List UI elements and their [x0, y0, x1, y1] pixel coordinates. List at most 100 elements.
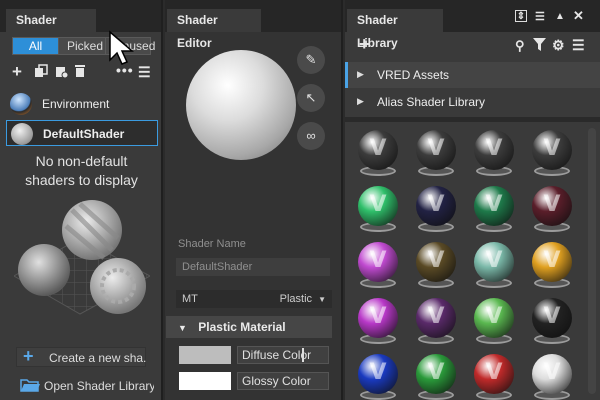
glossy-color-field[interactable]: Glossy Color [237, 372, 329, 390]
section-plastic-material[interactable]: ▼ Plastic Material [166, 316, 332, 338]
material-type-value: Plastic [279, 293, 313, 305]
shader-thumbnail[interactable]: V [529, 296, 575, 348]
shader-thumbnail[interactable]: V [413, 352, 459, 400]
v-logo-icon: V [543, 304, 561, 329]
duplicate-icon[interactable] [34, 64, 48, 81]
shader-thumbnail[interactable]: V [413, 128, 459, 180]
diffuse-color-field[interactable]: Diffuse Color [237, 346, 329, 364]
material-type-bar[interactable]: MT Plastic ▼ [176, 290, 332, 308]
lister-tabbar: Shader Lister [0, 0, 161, 50]
edit-preview-icon[interactable]: ✎ [297, 46, 325, 74]
shader-thumbnail[interactable]: V [471, 240, 517, 292]
shader-thumbnail[interactable]: V [355, 352, 401, 400]
shader-thumbnail[interactable]: V [471, 184, 517, 236]
expand-arrow-icon: ▶ [357, 69, 364, 79]
diffuse-color-label: Diffuse Color [242, 348, 312, 362]
shader-thumbnail[interactable]: V [355, 128, 401, 180]
shader-thumbnail[interactable]: V [413, 296, 459, 348]
open-library-label: Open Shader Library [44, 379, 154, 393]
v-logo-icon: V [485, 360, 503, 385]
expand-arrow-icon: ▶ [357, 96, 364, 106]
filter-all[interactable]: All [13, 38, 58, 54]
v-logo-icon: V [485, 192, 503, 217]
library-row-alias-shader-library[interactable]: ▶ Alias Shader Library [345, 89, 600, 115]
list-item-defaultshader[interactable]: DefaultShader [6, 120, 158, 146]
shader-thumbnail[interactable]: V [529, 128, 575, 180]
close-icon[interactable]: ✕ [573, 8, 584, 24]
shader-lister-panel: Shader Lister All Picked Unused + ••• ☰ … [0, 0, 163, 400]
shader-thumbnail[interactable]: V [529, 352, 575, 400]
chevron-down-icon: ▼ [318, 295, 326, 304]
library-row-label: VRED Assets [377, 68, 450, 82]
library-row-vred-assets[interactable]: ▶ VRED Assets [345, 62, 600, 88]
v-logo-icon: V [485, 248, 503, 273]
create-new-shader-button[interactable]: + Create a new sha... [16, 346, 147, 367]
environment-sphere-icon [10, 93, 32, 115]
shader-thumbnail[interactable]: V [413, 184, 459, 236]
tab-shader-library[interactable]: Shader Library [347, 9, 443, 50]
v-logo-icon: V [543, 136, 561, 161]
shader-thumbnail-grid: V V V V V V V V V V V V V V V V V V V V [345, 122, 600, 400]
editor-tabbar: Shader Editor [165, 0, 341, 50]
shader-thumbnail[interactable]: V [355, 296, 401, 348]
shader-thumbnail[interactable]: V [471, 128, 517, 180]
section-title: Plastic Material [198, 320, 286, 334]
tab-shader-lister[interactable]: Shader Lister [6, 9, 96, 50]
material-type-dropdown[interactable]: Plastic ▼ [280, 290, 326, 309]
v-logo-icon: V [485, 136, 503, 161]
tab-shader-editor[interactable]: Shader Editor [167, 9, 261, 50]
v-logo-icon: V [369, 248, 387, 273]
v-logo-icon: V [369, 136, 387, 161]
shader-thumbnail[interactable]: V [529, 184, 575, 236]
shader-preview-sphere[interactable] [186, 50, 296, 160]
v-logo-icon: V [427, 248, 445, 273]
menu-icon[interactable]: ☰ [138, 64, 151, 80]
collapse-arrow-icon: ▼ [178, 323, 187, 333]
folder-icon [20, 378, 40, 395]
list-item-label: Environment [42, 97, 110, 111]
list-item-label: DefaultShader [43, 127, 125, 141]
link-icon[interactable]: ∞ [297, 122, 325, 150]
empty-state-spheres-illustration [14, 200, 150, 315]
lister-toolbar: + ••• ☰ [12, 62, 152, 81]
empty-message: No non-default shaders to display [25, 153, 138, 188]
add-icon[interactable]: + [359, 35, 370, 53]
shader-thumbnail[interactable]: V [413, 240, 459, 292]
shader-thumbnail[interactable]: V [471, 296, 517, 348]
maximize-icon[interactable]: ▲ [555, 9, 565, 25]
shader-thumbnail[interactable]: V [471, 352, 517, 400]
filter-icon[interactable] [533, 38, 546, 54]
v-logo-icon: V [427, 304, 445, 329]
shader-thumbnail[interactable]: V [355, 184, 401, 236]
delete-unused-icon[interactable] [54, 64, 69, 81]
trash-icon[interactable] [74, 64, 86, 81]
v-logo-icon: V [427, 136, 445, 161]
diffuse-color-swatch[interactable] [179, 346, 231, 364]
menu-icon[interactable]: ☰ [572, 37, 585, 53]
shader-ball-icon [11, 123, 33, 145]
shader-thumbnail[interactable]: V [355, 240, 401, 292]
float-panel-icon[interactable]: ⇕ [515, 10, 527, 22]
v-logo-icon: V [543, 360, 561, 385]
shader-name-field[interactable]: DefaultShader [176, 258, 330, 276]
mt-label: MT [182, 293, 198, 305]
filter-picked[interactable]: Picked [58, 38, 105, 54]
open-shader-library-button[interactable]: Open Shader Library [16, 376, 154, 396]
glossy-color-swatch[interactable] [179, 372, 231, 390]
add-icon[interactable]: + [12, 63, 22, 80]
shader-thumbnail[interactable]: V [529, 240, 575, 292]
plus-icon: + [23, 346, 34, 366]
v-logo-icon: V [485, 304, 503, 329]
more-options-icon[interactable]: ••• [116, 62, 134, 78]
search-icon[interactable]: ⚲ [515, 38, 525, 54]
slider-marker[interactable] [302, 348, 304, 362]
v-logo-icon: V [369, 304, 387, 329]
panel-menu-icon[interactable]: ☰ [535, 9, 545, 25]
pick-cursor-icon[interactable]: ↖ [297, 84, 325, 112]
list-item-environment[interactable]: Environment [6, 91, 158, 117]
v-logo-icon: V [369, 360, 387, 385]
gear-icon[interactable]: ⚙ [552, 37, 565, 53]
library-scrollbar[interactable] [588, 128, 596, 394]
create-button-label: Create a new sha... [49, 351, 147, 365]
library-row-label: Alias Shader Library [377, 95, 486, 109]
